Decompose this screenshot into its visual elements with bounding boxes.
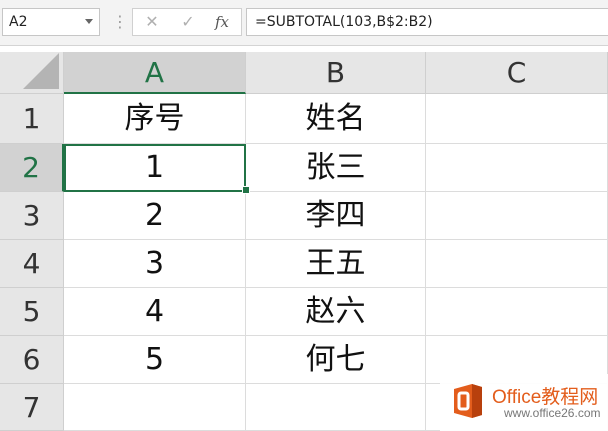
cell-a5[interactable]: 4: [64, 288, 246, 336]
row-header-7[interactable]: 7: [0, 384, 64, 431]
cell-b3[interactable]: 李四: [246, 192, 426, 240]
cell-a7[interactable]: [64, 384, 246, 431]
formula-buttons: ✕ ✓ fx: [132, 8, 242, 36]
row-header-5[interactable]: 5: [0, 288, 64, 336]
cell-c5[interactable]: [426, 288, 608, 336]
insert-function-button[interactable]: fx: [207, 9, 237, 35]
formula-bar: A2 ⋮ ✕ ✓ fx =SUBTOTAL(103,B$2:B2): [0, 0, 608, 46]
column-header-c[interactable]: C: [426, 52, 608, 94]
office-logo-icon: [454, 384, 482, 418]
column-header-a[interactable]: A: [64, 52, 246, 94]
name-box-value: A2: [9, 14, 28, 30]
select-all-icon: [23, 53, 59, 89]
row-header-4[interactable]: 4: [0, 240, 64, 288]
select-all-button[interactable]: [0, 52, 64, 94]
cell-a1[interactable]: 序号: [64, 94, 246, 144]
cell-c3[interactable]: [426, 192, 608, 240]
row-header-1[interactable]: 1: [0, 94, 64, 144]
column-header-b[interactable]: B: [246, 52, 426, 94]
cell-b1[interactable]: 姓名: [246, 94, 426, 144]
watermark: Office教程网 www.office26.com: [440, 374, 608, 431]
formula-input[interactable]: =SUBTOTAL(103,B$2:B2): [246, 8, 608, 36]
cell-a4[interactable]: 3: [64, 240, 246, 288]
row-header-3[interactable]: 3: [0, 192, 64, 240]
cell-b6[interactable]: 何七: [246, 336, 426, 384]
name-box[interactable]: A2: [2, 8, 100, 36]
more-options-icon: ⋮: [112, 12, 128, 31]
cell-b2[interactable]: 张三: [246, 144, 426, 192]
enter-icon[interactable]: ✓: [173, 9, 203, 35]
cell-c4[interactable]: [426, 240, 608, 288]
cancel-icon[interactable]: ✕: [137, 9, 167, 35]
cell-c1[interactable]: [426, 94, 608, 144]
cell-c2[interactable]: [426, 144, 608, 192]
watermark-url: www.office26.com: [504, 406, 601, 420]
cell-b5[interactable]: 赵六: [246, 288, 426, 336]
cell-b7[interactable]: [246, 384, 426, 431]
cell-a2[interactable]: 1: [64, 144, 246, 192]
cell-b4[interactable]: 王五: [246, 240, 426, 288]
chevron-down-icon[interactable]: [85, 19, 93, 24]
row-header-6[interactable]: 6: [0, 336, 64, 384]
cell-a3[interactable]: 2: [64, 192, 246, 240]
fill-handle[interactable]: [242, 186, 250, 194]
watermark-text: Office教程网: [492, 387, 599, 408]
cell-a6[interactable]: 5: [64, 336, 246, 384]
row-header-2[interactable]: 2: [0, 144, 64, 192]
